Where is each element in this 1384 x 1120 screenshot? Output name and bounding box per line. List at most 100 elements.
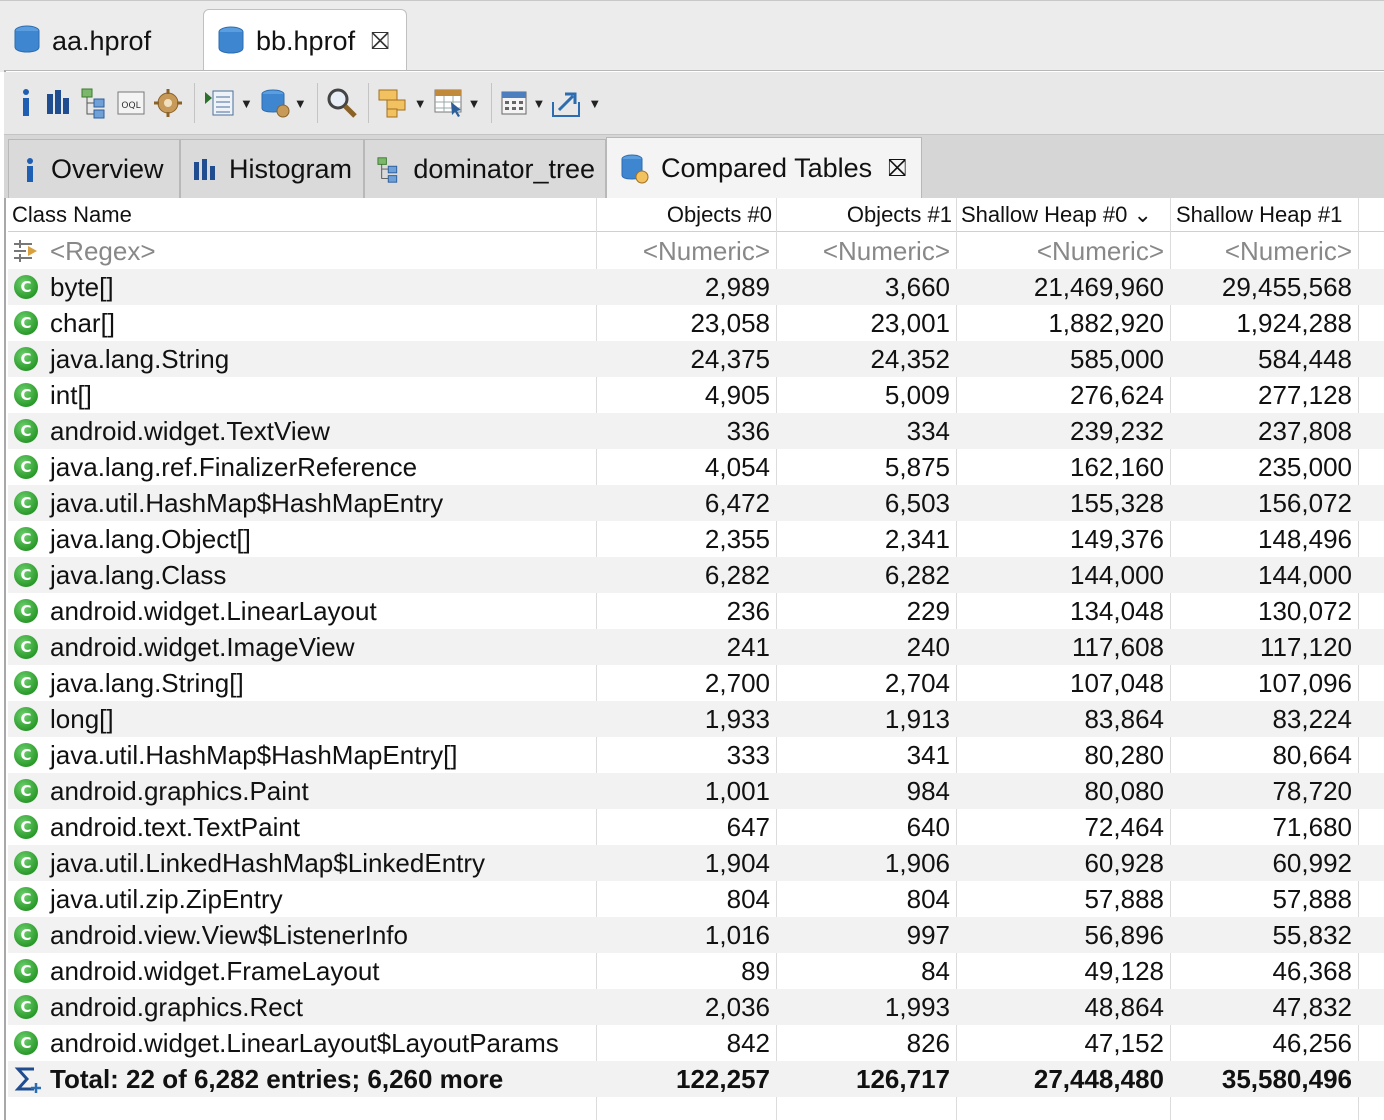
chevron-down-icon[interactable]: ▼ [240,96,253,111]
filter-row[interactable]: <Regex> <Numeric> <Numeric> <Numeric> <Numer… [8,233,1384,269]
class-name-cell: java.lang.Class [50,560,227,590]
numeric-cell: 60,992 [1272,848,1352,878]
class-name-cell: int[] [50,380,92,410]
group-result-button[interactable]: ▼ [377,83,427,123]
table-row[interactable]: Candroid.graphics.Paint 1,001 984 80,080 78,… [8,773,1384,809]
chevron-down-icon[interactable]: ▼ [414,96,427,111]
compare-icon [621,154,649,183]
numeric-cell: 842 [726,1028,770,1058]
numeric-cell: 2,704 [884,668,950,698]
numeric-cell: 647 [726,812,770,842]
histogram-button[interactable] [44,83,74,123]
class-name-cell: java.lang.Object[] [50,524,251,554]
close-icon[interactable]: ⛝ [369,28,391,56]
numeric-cell: 35,580,496 [1221,1064,1352,1094]
table-row[interactable]: Cjava.util.LinkedHashMap$LinkedEntry 1,90… [8,845,1384,881]
column-header-objects-1[interactable]: Objects #1 [778,198,952,232]
numeric-cell: 1,906 [884,848,950,878]
query-browser-button[interactable]: ▼ [259,83,307,123]
numeric-filter-input[interactable]: <Numeric> [600,233,770,269]
numeric-filter-input[interactable]: <Numeric> [994,233,1164,269]
dominator-tree-icon [377,156,398,183]
run-report-button[interactable]: ▼ [203,83,253,123]
regex-filter-input[interactable]: <Regex> [50,233,156,269]
table-row[interactable]: Cjava.util.zip.ZipEntry 804 804 57,888 57,88… [8,881,1384,917]
table-row[interactable]: Cchar[] 23,058 23,001 1,882,920 1,924,288 [8,305,1384,341]
numeric-cell: 130,072 [1258,596,1352,626]
class-name-cell: android.graphics.Paint [50,776,309,806]
find-object-button[interactable] [326,83,358,123]
numeric-cell: 334 [906,416,950,446]
table-row[interactable]: Cjava.util.HashMap$HashMapEntry[] 333 341 8… [8,737,1384,773]
column-header-shallow-heap-0[interactable]: Shallow Heap #0 ⌄ [961,198,1153,232]
column-header-objects-0[interactable]: Objects #0 [598,198,772,232]
table-row[interactable]: Candroid.text.TextPaint 647 640 72,464 71,68… [8,809,1384,845]
table-row[interactable]: Clong[] 1,933 1,913 83,864 83,224 [8,701,1384,737]
table-row[interactable]: Candroid.view.View$ListenerInfo 1,016 997 5… [8,917,1384,953]
table-row[interactable]: Cjava.lang.String 24,375 24,352 585,000 584,… [8,341,1384,377]
numeric-cell: 57,888 [1084,884,1164,914]
class-name-cell: android.view.View$ListenerInfo [50,920,408,950]
chevron-down-icon[interactable]: ▼ [468,96,481,111]
numeric-cell: 2,700 [704,668,770,698]
dominator-tree-button[interactable] [80,83,110,123]
info-button[interactable] [14,83,38,123]
table-row[interactable]: Cbyte[] 2,989 3,660 21,469,960 29,455,568 [8,269,1384,305]
export-button[interactable]: ▼ [551,83,601,123]
tab-label: dominator_tree [413,154,595,184]
total-row: Total: 22 of 6,282 entries; 6,260 more 12… [8,1061,1384,1097]
tab-histogram[interactable]: Histogram [180,139,364,199]
table-row[interactable]: Cjava.lang.Object[] 2,355 2,341 149,376 148,… [8,521,1384,557]
table-row[interactable]: Candroid.widget.LinearLayout$LayoutParam… [8,1025,1384,1061]
class-name-cell: java.util.HashMap$HashMapEntry[] [50,740,458,770]
numeric-filter-input[interactable]: <Numeric> [1182,233,1352,269]
table-row[interactable]: Candroid.widget.ImageView 241 240 117,608 11… [8,629,1384,665]
numeric-cell: 1,924,288 [1236,308,1352,338]
heap-dump-overview-button[interactable] [152,83,184,123]
editor-tab-aa-hprof[interactable]: aa.hprof [0,9,200,73]
table-row[interactable]: Cjava.util.HashMap$HashMapEntry 6,472 6,50… [8,485,1384,521]
numeric-filter-input[interactable]: <Numeric> [780,233,950,269]
class-name-cell: android.text.TextPaint [50,812,301,842]
chevron-down-icon[interactable]: ▼ [533,96,546,111]
tab-dominator-tree[interactable]: dominator_tree [364,139,606,199]
column-header-shallow-heap-1[interactable]: Shallow Heap #1 [1176,198,1354,232]
chevron-down-icon[interactable]: ▼ [294,96,307,111]
numeric-cell: 47,832 [1272,992,1352,1022]
class-name-cell: android.widget.LinearLayout$LayoutParams [50,1028,559,1058]
table-row[interactable]: Cjava.lang.String[] 2,700 2,704 107,048 107,… [8,665,1384,701]
oql-button[interactable]: OQL [116,83,146,123]
column-header-class-name[interactable]: Class Name [12,198,132,232]
chevron-down-icon[interactable]: ▼ [588,96,601,111]
table-row[interactable]: Candroid.widget.LinearLayout 236 229 134,04… [8,593,1384,629]
numeric-cell: 80,280 [1084,740,1164,770]
tab-label: Histogram [229,154,353,184]
total-label: Total: 22 of 6,282 entries; 6,260 more [50,1064,504,1094]
numeric-cell: 5,009 [884,380,950,410]
numeric-cell: 80,080 [1084,776,1164,806]
tab-compared-tables[interactable]: Compared Tables ⛝ [606,137,922,199]
tab-overview[interactable]: Overview [8,139,180,199]
dominator-tree-icon [81,88,105,119]
numeric-cell: 277,128 [1258,380,1352,410]
calculate-retained-button[interactable]: ▼ [433,83,481,123]
close-icon[interactable]: ⛝ [888,155,906,183]
heap-dump-overview-icon [154,89,182,117]
table-row[interactable]: Candroid.widget.TextView 336 334 239,232 237… [8,413,1384,449]
column-calculator-button[interactable]: ▼ [500,83,546,123]
table-row[interactable]: Candroid.graphics.Rect 2,036 1,993 48,864 47… [8,989,1384,1025]
numeric-cell: 24,375 [690,344,770,374]
table-row[interactable]: Cjava.lang.ref.FinalizerReference 4,054 5,… [8,449,1384,485]
class-icon: C [14,707,38,731]
column-header-label: Shallow Heap #0 [961,202,1128,227]
table-row[interactable]: Candroid.widget.FrameLayout 89 84 49,128 46,… [8,953,1384,989]
query-browser-icon [261,89,290,118]
table-row[interactable]: Cint[] 4,905 5,009 276,624 277,128 [8,377,1384,413]
editor-tab-bb-hprof[interactable]: bb.hprof ⛝ [203,9,407,73]
class-icon: C [14,563,38,587]
numeric-cell: 72,464 [1084,812,1164,842]
numeric-cell: 6,472 [704,488,770,518]
numeric-cell: 1,933 [704,704,770,734]
table-row[interactable]: Cjava.lang.Class 6,282 6,282 144,000 144,000 [8,557,1384,593]
toolbar-separator [194,83,195,123]
